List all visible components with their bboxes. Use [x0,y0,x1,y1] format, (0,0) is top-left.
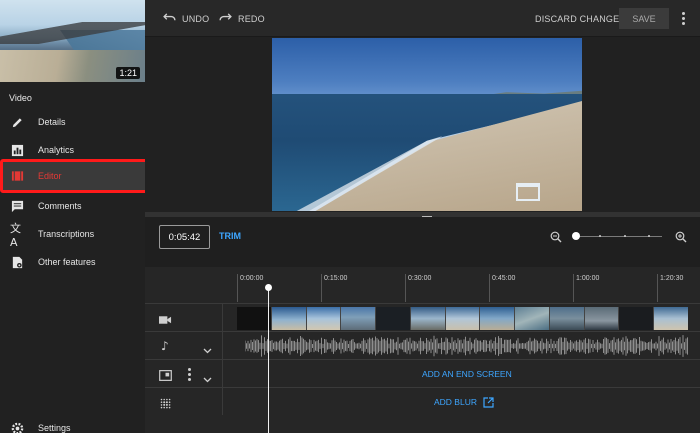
gear-icon [10,421,24,433]
open-in-new-icon [483,396,494,408]
sidebar-item-label: Analytics [38,145,75,155]
ruler-tick-label: 0:30:00 [408,275,432,282]
add-end-screen-button[interactable]: ADD AN END SCREEN [422,360,512,388]
undo-label: UNDO [182,13,210,24]
end-screen-row: ADD AN END SCREEN [145,359,700,387]
more-options-icon[interactable] [676,8,690,29]
timeline-controls: 0:05:42 TRIM [145,217,700,267]
sidebar-item-settings[interactable]: Settings [0,414,145,433]
playhead[interactable] [268,287,269,433]
audio-waveform[interactable] [245,335,688,357]
sidebar-item-label: Details [38,117,66,127]
discard-changes-button[interactable]: DISCARD CHANGES [535,0,626,37]
sidebar: 1:21 Video Details Analytics Editor Comm… [0,0,145,433]
end-screen-icon [159,368,172,386]
video-filmstrip[interactable] [237,307,688,330]
add-blur-label: ADD BLUR [434,397,477,407]
music-note-icon: ♪ [161,339,169,353]
sidebar-item-other-features[interactable]: Other features [0,248,145,276]
undo-icon [163,13,176,24]
zoom-slider-tick [624,235,626,237]
blur-header [145,388,223,415]
zoom-slider-tick [648,235,650,237]
zoom-slider-tick [599,235,601,237]
timeline-ruler[interactable]: 0:00:00 0:15:00 0:30:00 0:45:00 1:00:00 … [237,267,700,303]
audio-track-row: ♪ [145,331,700,359]
end-screen-header [145,360,223,387]
add-blur-button[interactable]: ADD BLUR [434,388,494,416]
bar-chart-icon [10,143,24,157]
thumbnail-duration: 1:21 [116,67,140,79]
ruler-tick-label: 0:45:00 [492,275,516,282]
sidebar-item-label: Other features [38,257,96,267]
ruler-tick-label: 0:15:00 [324,275,348,282]
sidebar-section-label: Video [9,93,32,103]
zoom-slider-thumb[interactable] [572,232,580,240]
comment-icon [10,199,24,213]
sidebar-item-details[interactable]: Details [0,108,145,136]
save-button[interactable]: SAVE [619,8,669,29]
video-camera-icon [159,312,172,330]
ruler-tick-label: 0:00:00 [240,275,264,282]
more-vert-icon[interactable] [188,368,191,381]
video-preview[interactable] [272,38,582,211]
zoom-out-icon[interactable] [550,230,562,248]
chevron-down-icon[interactable] [203,341,212,359]
undo-button[interactable]: UNDO [163,0,209,37]
sidebar-item-label: Settings [38,423,71,433]
ruler-tick-label: 1:20:30 [660,275,684,282]
current-time-display[interactable]: 0:05:42 [159,225,210,249]
ruler-tick-label: 1:00:00 [576,275,600,282]
sidebar-item-transcriptions[interactable]: 文A Transcriptions [0,220,145,249]
sidebar-item-comments[interactable]: Comments [0,192,145,220]
trim-button[interactable]: TRIM [219,231,241,241]
editor-highlight-box [0,159,150,193]
chevron-down-icon[interactable] [203,370,212,388]
video-thumbnail[interactable]: 1:21 [0,0,145,82]
blur-icon [160,396,171,414]
playhead-handle[interactable] [265,284,272,291]
redo-button[interactable]: REDO [219,0,265,37]
audio-track-header: ♪ [145,332,223,359]
redo-label: REDO [238,13,265,24]
translate-icon: 文A [10,221,21,249]
lifeguard-tower-image [516,183,540,201]
page-settings-icon [10,255,24,269]
sidebar-item-label: Comments [38,201,82,211]
editor-toolbar: UNDO REDO DISCARD CHANGES SAVE [145,0,700,37]
video-track-header [145,304,223,331]
blur-row: ADD BLUR [145,387,700,415]
timeline: 0:00:00 0:15:00 0:30:00 0:45:00 1:00:00 … [145,267,700,433]
zoom-in-icon[interactable] [675,230,687,248]
video-track-row [145,303,700,331]
pencil-icon [10,115,24,129]
redo-icon [219,13,232,24]
studio-editor: 1:21 Video Details Analytics Editor Comm… [0,0,700,433]
preview-area [145,37,700,212]
sidebar-item-label: Transcriptions [38,229,95,239]
